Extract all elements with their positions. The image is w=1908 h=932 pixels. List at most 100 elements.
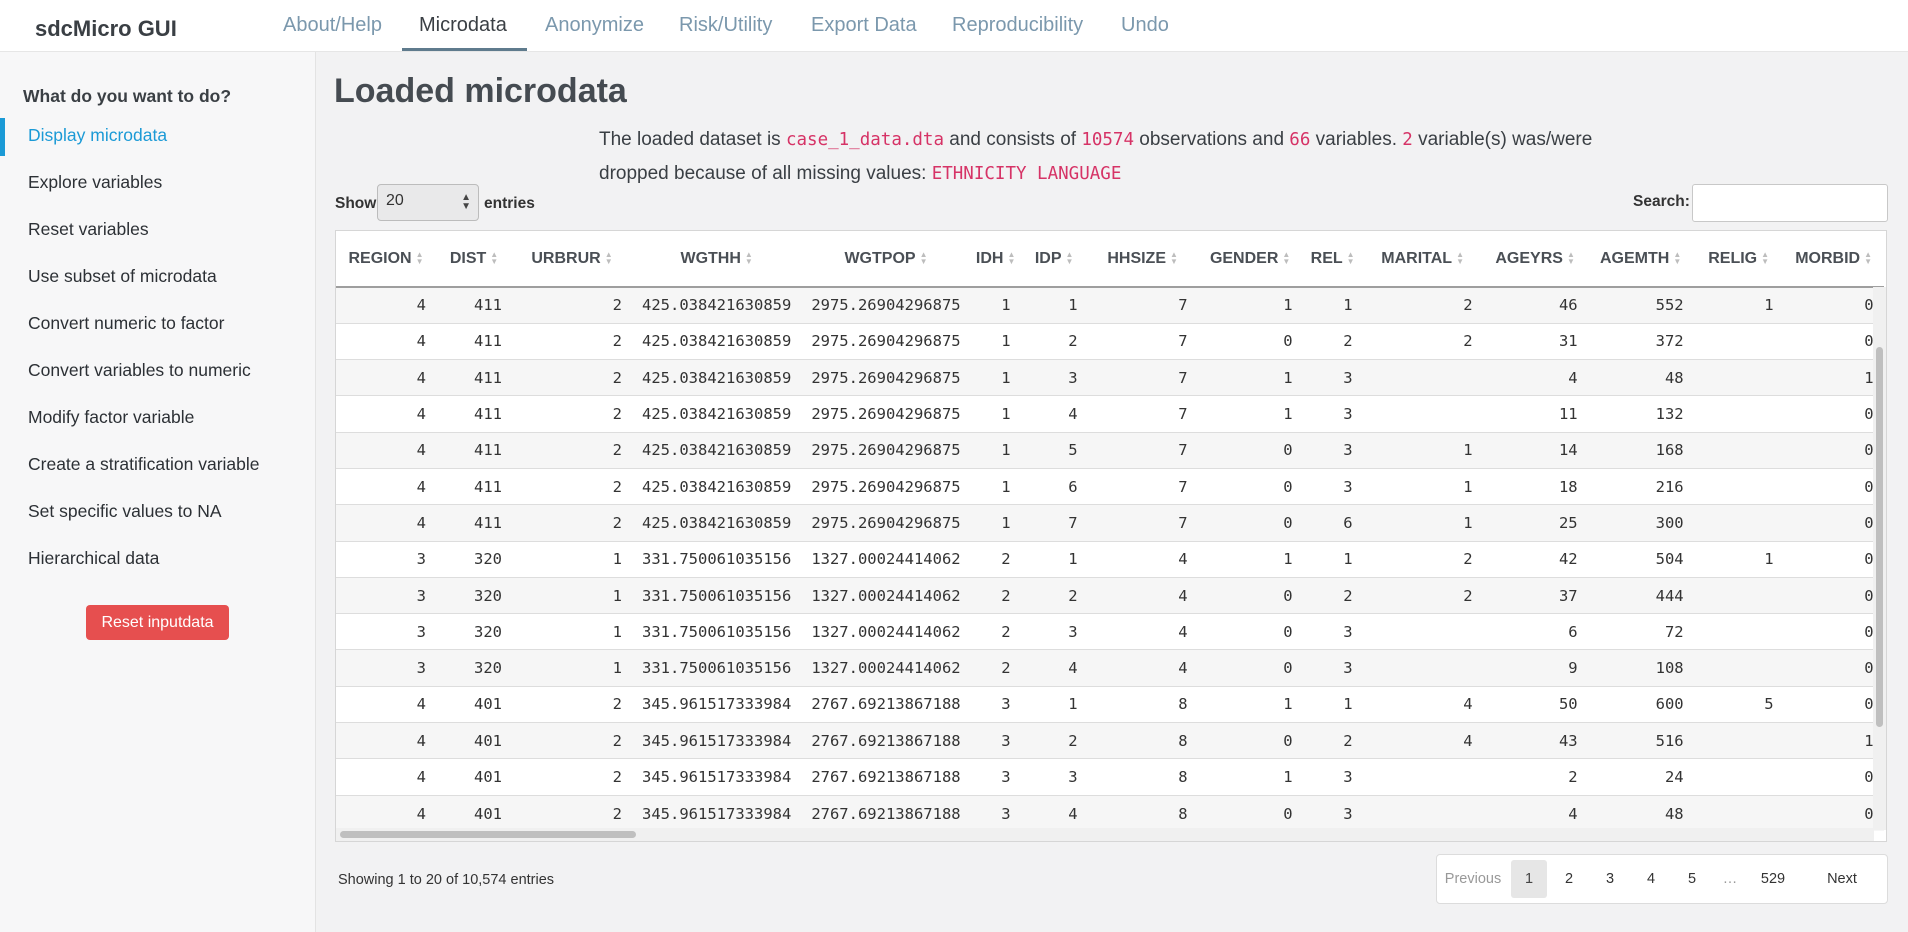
cell-urbrur: 2	[512, 685, 632, 723]
cell-urbrur: 2	[512, 359, 632, 396]
tab-export-data[interactable]: Export Data	[811, 14, 917, 37]
column-label: RELIG	[1708, 249, 1758, 267]
column-label: MORBID	[1795, 249, 1861, 267]
sidebar-item-explore-variables[interactable]: Explore variables	[28, 172, 162, 193]
cell-rel: 3	[1302, 359, 1363, 396]
column-header-urbrur[interactable]: URBRUR ▲ ▼	[512, 231, 632, 288]
page-2-button[interactable]: 2	[1551, 855, 1587, 903]
sort-icon: ▲ ▼	[1456, 250, 1464, 267]
page-5-button[interactable]: 5	[1674, 855, 1710, 903]
sidebar-item-use-subset[interactable]: Use subset of microdata	[28, 266, 217, 287]
cell-wgtpop: 2767.69213867188	[801, 758, 971, 796]
app-brand[interactable]: sdcMicro GUI	[35, 16, 177, 42]
cell-region: 4	[336, 794, 436, 832]
cell-hhsize: 8	[1087, 794, 1198, 832]
cell-morbid: 0	[1783, 794, 1884, 832]
tab-undo[interactable]: Undo	[1121, 14, 1169, 37]
horizontal-scroll-thumb[interactable]	[340, 831, 636, 838]
vertical-scrollbar[interactable]	[1873, 287, 1886, 830]
cell-marital: 1	[1362, 504, 1483, 542]
tab-risk-utility[interactable]: Risk/Utility	[679, 14, 772, 37]
cell-idh: 3	[970, 685, 1021, 723]
cell-agemth: 48	[1587, 794, 1694, 832]
cell-marital: 4	[1362, 722, 1483, 759]
cell-region: 4	[336, 722, 436, 759]
page-1-button[interactable]: 1	[1511, 860, 1547, 898]
sidebar-item-set-na[interactable]: Set specific values to NA	[28, 501, 222, 522]
table-row: 4 401 2 345.961517333984 2767.69213867188 3 4 8…	[336, 794, 1884, 832]
column-header-marital[interactable]: MARITAL ▲ ▼	[1362, 231, 1483, 288]
pagination-previous[interactable]: Previous	[1442, 855, 1504, 903]
sort-icon: ▲ ▼	[919, 250, 928, 267]
cell-wgthh: 331.750061035156	[632, 540, 802, 578]
cell-urbrur: 1	[512, 540, 632, 578]
cell-rel: 3	[1302, 467, 1363, 505]
search-input[interactable]	[1692, 184, 1888, 222]
column-header-idp[interactable]: IDP ▲ ▼	[1020, 231, 1088, 288]
cell-agemth: 48	[1587, 359, 1694, 396]
tab-microdata[interactable]: Microdata	[419, 14, 507, 37]
column-header-region[interactable]: REGION ▲ ▼	[336, 231, 436, 288]
sidebar-item-convert-numeric-to-factor[interactable]: Convert numeric to factor	[28, 313, 224, 334]
sidebar-item-stratification[interactable]: Create a stratification variable	[28, 454, 260, 475]
cell-relig	[1693, 467, 1784, 505]
cell-gender: 0	[1197, 576, 1303, 614]
cell-agemth: 72	[1587, 613, 1694, 650]
sort-icon: ▲ ▼	[1761, 250, 1770, 267]
column-header-ageyrs[interactable]: AGEYRS ▲ ▼	[1482, 231, 1588, 288]
cell-agemth: 108	[1587, 649, 1694, 687]
column-header-dist[interactable]: DIST ▲ ▼	[436, 231, 512, 288]
column-header-morbid[interactable]: MORBID ▲ ▼	[1783, 231, 1884, 288]
column-header-hhsize[interactable]: HHSIZE ▲ ▼	[1087, 231, 1198, 288]
cell-rel: 2	[1302, 722, 1363, 759]
cell-idp: 6	[1020, 467, 1088, 505]
sidebar-item-modify-factor[interactable]: Modify factor variable	[28, 407, 194, 428]
cell-rel: 2	[1302, 576, 1363, 614]
horizontal-scrollbar[interactable]	[336, 828, 1874, 841]
cell-urbrur: 2	[512, 794, 632, 832]
cell-urbrur: 2	[512, 322, 632, 360]
page-529-button[interactable]: 529	[1749, 855, 1797, 903]
cell-region: 3	[336, 576, 436, 614]
top-navbar: sdcMicro GUI About/Help Microdata Anonym…	[0, 0, 1908, 52]
sidebar-item-hierarchical-data[interactable]: Hierarchical data	[28, 548, 159, 569]
cell-idh: 1	[970, 431, 1021, 469]
dropped-variables: ETHNICITY LANGUAGE	[931, 164, 1122, 184]
cell-hhsize: 8	[1087, 758, 1198, 796]
sort-icon: ▲ ▼	[604, 250, 613, 267]
cell-marital	[1362, 395, 1483, 433]
dataset-info: The loaded dataset is case_1_data.dta an…	[599, 129, 1593, 184]
column-header-rel[interactable]: REL ▲ ▼	[1302, 231, 1363, 288]
cell-dist: 411	[436, 504, 512, 542]
cell-hhsize: 4	[1087, 649, 1198, 687]
cell-rel: 2	[1302, 322, 1363, 360]
page-3-button[interactable]: 3	[1592, 855, 1628, 903]
tab-reproducibility[interactable]: Reproducibility	[952, 14, 1083, 37]
cell-wgthh: 345.961517333984	[632, 722, 802, 759]
cell-morbid: 0	[1783, 431, 1884, 469]
column-header-agemth[interactable]: AGEMTH ▲ ▼	[1587, 231, 1694, 288]
vertical-scroll-thumb[interactable]	[1876, 347, 1883, 727]
cell-wgtpop: 2975.26904296875	[801, 322, 971, 360]
page-size-select[interactable]: 20 ▲ ▼	[377, 184, 479, 221]
sidebar-item-convert-to-numeric[interactable]: Convert variables to numeric	[28, 360, 251, 381]
tab-anonymize[interactable]: Anonymize	[545, 14, 644, 37]
pagination-next[interactable]: Next	[1807, 855, 1877, 903]
column-header-wgtpop[interactable]: WGTPOP ▲ ▼	[801, 231, 971, 288]
cell-relig	[1693, 576, 1784, 614]
cell-hhsize: 7	[1087, 504, 1198, 542]
column-header-relig[interactable]: RELIG ▲ ▼	[1693, 231, 1784, 288]
reset-inputdata-button[interactable]: Reset inputdata	[86, 605, 229, 640]
cell-idh: 1	[970, 467, 1021, 505]
column-header-idh[interactable]: IDH ▲ ▼	[970, 231, 1021, 288]
column-header-gender[interactable]: GENDER ▲ ▼	[1197, 231, 1303, 288]
page-4-button[interactable]: 4	[1633, 855, 1669, 903]
sidebar-item-reset-variables[interactable]: Reset variables	[28, 219, 149, 240]
cell-idp: 5	[1020, 431, 1088, 469]
cell-wgtpop: 2975.26904296875	[801, 286, 971, 324]
sidebar-item-display-microdata[interactable]: Display microdata	[28, 125, 167, 146]
column-header-wgthh[interactable]: WGTHH ▲ ▼	[632, 231, 802, 288]
cell-morbid: 0	[1783, 504, 1884, 542]
tab-about-help[interactable]: About/Help	[283, 14, 382, 37]
sort-icon: ▲ ▼	[415, 250, 424, 267]
